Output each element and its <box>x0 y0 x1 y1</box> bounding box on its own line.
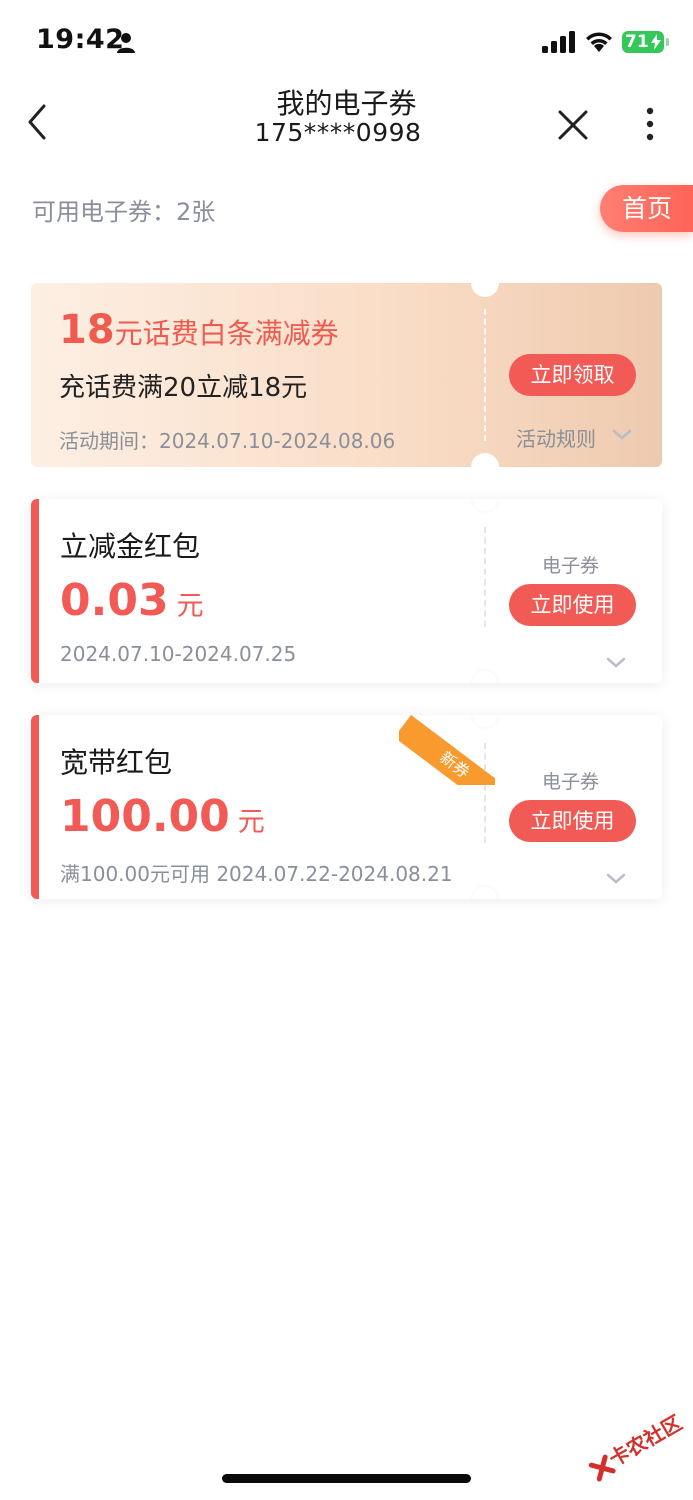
battery-indicator: 71 <box>622 31 664 53</box>
activity-rules-link[interactable]: 活动规则 <box>516 423 596 452</box>
use-now-button[interactable]: 立即使用 <box>509 584 636 626</box>
coupon-amount-unit: 元 <box>237 807 265 838</box>
chevron-down-icon[interactable] <box>611 427 633 443</box>
coupon-title: 18元话费白条满减券 <box>59 307 339 353</box>
charging-bolt-icon <box>651 34 661 50</box>
coupon-title-amount: 18 <box>59 307 115 353</box>
home-button[interactable]: 首页 <box>600 185 693 232</box>
card-notch <box>471 669 499 683</box>
coupon-card: 立减金红包 0.03 元 2024.07.10-2024.07.25 电子券 立即… <box>31 499 662 683</box>
coupon-amount: 100.00 元 <box>60 791 265 842</box>
card-notch <box>471 885 499 899</box>
card-divider <box>484 527 486 627</box>
coupon-type-label: 电子券 <box>542 771 600 793</box>
available-coupons-count: 可用电子券：2张 <box>32 198 216 226</box>
new-coupon-badge-label: 新券 <box>399 715 495 785</box>
signal-icon <box>542 31 575 53</box>
card-notch <box>471 283 499 297</box>
coupon-validity: 2024.07.10-2024.07.25 <box>60 642 297 666</box>
card-notch <box>471 453 499 467</box>
chevron-down-icon[interactable] <box>605 871 627 887</box>
person-icon <box>117 33 135 53</box>
coupon-amount-unit: 元 <box>176 591 204 622</box>
status-bar: 19:42 71 <box>0 0 693 88</box>
chevron-down-icon[interactable] <box>605 655 627 671</box>
status-time: 19:42 <box>36 24 125 55</box>
coupon-title: 宽带红包 <box>60 746 173 779</box>
card-divider <box>484 309 486 441</box>
coupon-card-promo: 18元话费白条满减券 充话费满20立减18元 活动期间：2024.07.10-2… <box>31 283 662 467</box>
coupon-amount-value: 0.03 <box>60 575 169 626</box>
coupon-type-label: 电子券 <box>542 555 600 577</box>
home-indicator[interactable] <box>222 1474 471 1483</box>
watermark-text: 卡农社区 <box>604 1410 687 1472</box>
claim-now-button[interactable]: 立即领取 <box>509 354 636 396</box>
coupon-title: 立减金红包 <box>60 530 201 563</box>
watermark-logo: 卡农社区 <box>584 1408 693 1496</box>
new-coupon-badge: 新券 <box>399 715 495 785</box>
more-vertical-icon[interactable] <box>638 104 662 144</box>
coupon-description: 充话费满20立减18元 <box>59 373 308 403</box>
coupon-period: 活动期间：2024.07.10-2024.08.06 <box>59 429 396 453</box>
wifi-icon <box>586 32 612 52</box>
card-notch <box>471 499 499 513</box>
use-now-button[interactable]: 立即使用 <box>509 800 636 842</box>
coupon-card: 新券 宽带红包 100.00 元 满100.00元可用 2024.07.22-20… <box>31 715 662 899</box>
coupon-amount: 0.03 元 <box>60 575 204 626</box>
nav-bar: 我的电子券 175****0998 <box>0 82 693 166</box>
coupon-amount-value: 100.00 <box>60 791 230 842</box>
coupon-title-text: 元话费白条满减券 <box>114 317 339 350</box>
close-icon[interactable] <box>556 108 590 142</box>
battery-level: 71 <box>625 32 649 52</box>
coupon-validity: 满100.00元可用 2024.07.22-2024.08.21 <box>60 862 453 886</box>
battery-cap <box>666 38 669 46</box>
